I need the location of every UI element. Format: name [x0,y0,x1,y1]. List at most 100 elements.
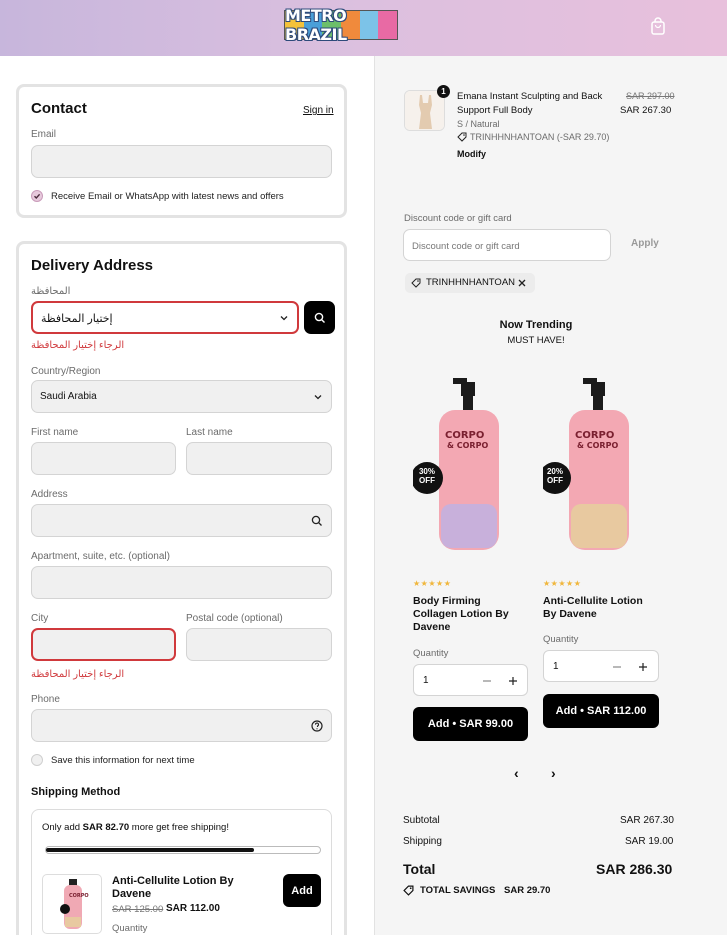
apply-button[interactable]: Apply [631,238,659,249]
country-select[interactable]: Saudi Arabia [31,380,332,413]
product-quantity-label: Quantity [413,648,449,659]
discount-placeholder: Discount code or gift card [412,241,520,252]
anti-cellulite-lotion-image[interactable]: CORPO & CORPO [543,376,658,556]
applied-code-chip: TRINHHNHANTOAN [405,273,535,293]
plus-icon[interactable] [508,676,518,686]
shipping-label: Shipping [403,836,442,847]
quantity-value: 1 [423,675,429,686]
contact-title: Contact [31,100,87,117]
check-icon [34,193,41,200]
bag-icon[interactable] [650,17,666,35]
apartment-field[interactable] [31,566,332,599]
svg-text:& CORPO: & CORPO [577,441,618,450]
carousel-prev-button[interactable]: ‹ [514,765,519,781]
country-value: Saudi Arabia [40,391,97,402]
cart-item-price: SAR 267.30 [620,105,672,116]
minus-icon[interactable] [612,662,622,672]
trending-subtitle: MUST HAVE! [507,335,565,346]
email-field[interactable] [31,145,332,178]
add-to-cart-button[interactable]: Add • SAR 99.00 [413,707,528,741]
governorate-label: المحافظة [31,286,71,297]
chevron-down-icon [280,316,288,321]
collagen-lotion-image[interactable]: CORPO & CORPO [413,376,528,556]
product-name[interactable]: Anti-Cellulite Lotion By Davene [543,595,659,621]
last-name-label: Last name [186,427,233,438]
tag-icon [403,885,414,896]
total-label: Total [403,861,436,877]
quantity-value: 1 [553,661,559,672]
phone-field[interactable] [31,709,332,742]
quantity-stepper[interactable]: 1 [543,650,659,682]
applied-code-text: TRINHHNHANTOAN [426,277,516,288]
product-discount-badge: 20% OFF [546,467,563,485]
add-to-cart-button[interactable]: Add • SAR 112.00 [543,694,659,728]
postal-code-field[interactable] [186,628,332,661]
subtotal-label: Subtotal [403,815,440,826]
product-quantity-label: Quantity [543,634,579,645]
free-shipping-progress-fill [46,848,255,852]
logo-text: METRO BRAZIL [285,6,347,44]
search-icon [314,312,325,323]
sign-in-link[interactable]: Sign in [303,105,334,116]
plus-icon[interactable] [638,662,648,672]
chevron-down-icon [314,395,322,400]
governorate-error: الرجاء إختيار المحافظة [31,340,125,351]
quantity-stepper[interactable]: 1 [413,664,528,696]
cart-item-discount: TRINHHNHANTOAN (-SAR 29.70) [470,132,610,142]
first-name-field[interactable] [31,442,176,475]
cart-item-modify-link[interactable]: Modify [457,149,486,159]
search-icon [311,515,322,526]
close-icon[interactable] [517,278,527,288]
upsell-price: SAR 112.00 [166,903,220,914]
postal-label: Postal code (optional) [186,613,283,624]
first-name-label: First name [31,427,79,438]
address-label: Address [31,489,68,500]
phone-label: Phone [31,694,60,705]
total-savings-value: SAR 29.70 [504,885,551,896]
discount-input[interactable]: Discount code or gift card [403,229,611,261]
email-label: Email [31,129,57,140]
governorate-search-button[interactable] [304,301,335,334]
shipping-value: SAR 19.00 [625,836,674,847]
upsell-product-image[interactable]: CORPO [42,874,102,934]
product-name[interactable]: Body Firming Collagen Lotion By Davene [413,595,525,634]
site-header: METRO BRAZIL [0,0,727,56]
upsell-product-name[interactable]: Anti-Cellulite Lotion By Davene [112,875,252,901]
address-field[interactable] [31,504,332,537]
cart-item-variant: S / Natural [457,119,500,129]
shapewear-image [405,91,444,130]
svg-text:CORPO: CORPO [69,893,89,899]
save-info-checkbox[interactable] [31,754,43,766]
total-savings-label: TOTAL SAVINGS [420,885,496,896]
upsell-add-button[interactable]: Add [283,874,321,907]
total-value: SAR 286.30 [596,861,673,877]
newsletter-label: Receive Email or WhatsApp with latest ne… [51,191,284,202]
governorate-select[interactable]: إختيار المحافظة [31,301,299,334]
order-summary: 1 Emana Instant Sculpting and Back Suppo… [374,56,727,935]
newsletter-checkbox[interactable] [31,190,43,202]
last-name-field[interactable] [186,442,332,475]
upsell-old-price: SAR 125.00 [112,904,164,915]
city-label: City [31,613,49,624]
apartment-label: Apartment, suite, etc. (optional) [31,551,170,562]
trending-product: CORPO & CORPO 30% OFF ★★★★★ Body Firming… [413,376,528,756]
delivery-title: Delivery Address [31,257,154,274]
carousel-next-button[interactable]: › [551,765,556,781]
free-shipping-progress [45,846,321,854]
contact-section: Contact Sign in Email Receive Email or W… [16,84,347,218]
lotion-bottle-image: CORPO [60,879,89,929]
svg-text:CORPO: CORPO [445,430,484,441]
country-label: Country/Region [31,366,101,377]
city-field[interactable] [31,628,176,661]
site-logo[interactable]: METRO BRAZIL [284,6,398,44]
governorate-value: إختيار المحافظة [41,313,113,325]
cart-item-old-price: SAR 297.00 [626,91,675,101]
help-icon[interactable] [311,720,323,732]
city-error: الرجاء إختيار المحافظة [31,669,125,680]
svg-text:CORPO: CORPO [575,430,614,441]
minus-icon[interactable] [482,676,492,686]
upsell-quantity-label: Quantity [112,923,148,934]
delivery-section: Delivery Address المحافظة إختيار المحافظ… [16,241,347,935]
tag-icon [457,132,467,142]
save-info-label: Save this information for next time [51,755,195,766]
